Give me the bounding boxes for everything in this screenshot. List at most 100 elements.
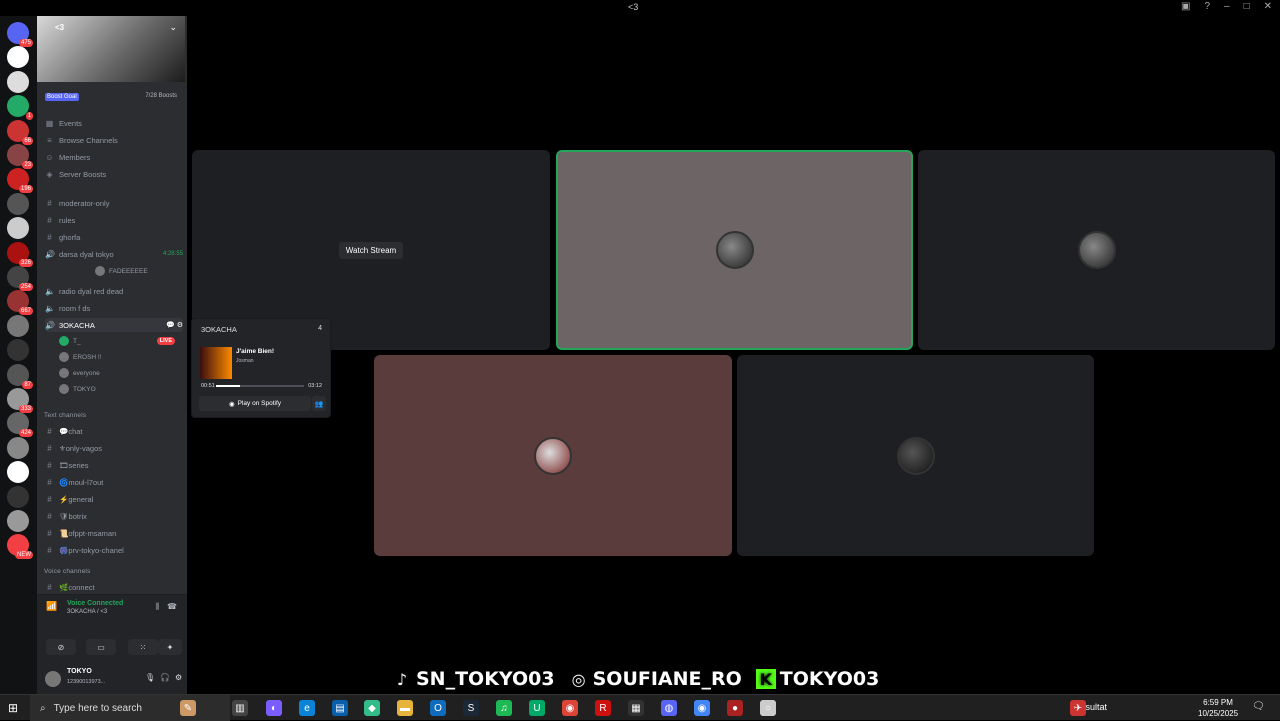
participant-tile[interactable] — [737, 355, 1094, 556]
notification-icon[interactable]: 🗨 — [1252, 701, 1265, 712]
spotify-icon[interactable]: ♫ — [496, 700, 512, 716]
text-channel[interactable]: # 💬chat — [45, 424, 183, 438]
close-button[interactable]: ✕ — [1264, 1, 1272, 12]
text-channel[interactable]: # 📜ofppt-msaman — [45, 526, 183, 540]
chevron-down-icon[interactable]: ⌄ — [169, 22, 177, 33]
participant-tile[interactable] — [918, 150, 1275, 350]
app-icon[interactable]: ◆ — [364, 700, 380, 716]
text-channel[interactable]: # ⚡general — [45, 492, 183, 506]
voice-status[interactable]: Voice Connected — [67, 600, 123, 607]
voice-channel-radio[interactable]: 🔈 radio dyal red dead — [45, 284, 183, 298]
microphone-icon[interactable]: 🎙 — [145, 673, 155, 682]
server-icon[interactable] — [7, 314, 29, 337]
windows-start-icon[interactable]: ⊞ — [8, 701, 18, 715]
discord-icon[interactable]: ◍ — [661, 700, 677, 716]
calculator-icon[interactable]: ▦ — [628, 700, 644, 716]
voice-channel-3okacha[interactable]: 🔊 3OKACHA 💬 ⚙ — [45, 318, 183, 332]
server-icon[interactable] — [7, 46, 29, 69]
channel-moderator-only[interactable]: # moderator-only — [45, 196, 183, 210]
server-icon[interactable]: 254 — [7, 266, 33, 291]
server-icon[interactable]: 23 — [7, 144, 33, 169]
server-icon[interactable] — [7, 510, 29, 532]
soundboard-button[interactable]: ✦ — [158, 639, 182, 655]
nav-server-boosts[interactable]: ◈ Server Boosts — [45, 167, 183, 181]
server-icon[interactable] — [7, 217, 29, 240]
server-icon[interactable]: NEW — [7, 534, 33, 560]
edge-icon[interactable]: e — [299, 700, 315, 716]
settings-icon[interactable]: ⚙ — [175, 673, 182, 682]
user-name[interactable]: TOKYO — [67, 668, 92, 675]
chrome-icon[interactable]: ◉ — [694, 700, 710, 716]
folder-icon[interactable]: ▬ — [397, 700, 413, 716]
text-channel[interactable]: # 🎆prv-tokyo-chanel — [45, 543, 183, 557]
headphones-icon[interactable]: 🎧 — [160, 673, 170, 682]
app-icon[interactable]: ● — [727, 700, 743, 716]
taskbar-search[interactable]: ⌕ Type here to search — [30, 695, 230, 721]
help-icon[interactable]: ? — [1204, 1, 1210, 12]
task-view-icon[interactable]: ▥ — [232, 700, 248, 716]
text-channel[interactable]: # ⚜only-vagos — [45, 441, 183, 455]
server-icon[interactable] — [7, 436, 29, 459]
voice-location[interactable]: 3OKACHA / <3 — [67, 609, 107, 615]
maximize-button[interactable]: □ — [1244, 1, 1250, 12]
category-voice-channels[interactable]: Voice channels — [44, 568, 91, 575]
server-icon[interactable]: 1 — [7, 95, 33, 121]
store-icon[interactable]: ▤ — [332, 700, 348, 716]
server-icon[interactable] — [7, 192, 29, 215]
voice-member[interactable]: T_ LIVE — [59, 334, 179, 348]
watch-stream-button[interactable]: Watch Stream — [338, 241, 404, 259]
nav-browse-channels[interactable]: ≡ Browse Channels — [45, 133, 183, 147]
app-icon[interactable]: R — [595, 700, 611, 716]
server-icon[interactable]: 333 — [7, 388, 33, 413]
server-icon[interactable]: 475 — [7, 22, 33, 47]
channel-ghorfa[interactable]: # ghorfa — [45, 230, 183, 244]
app-icon[interactable]: ○ — [760, 700, 776, 716]
voice-channel-darsa[interactable]: 🔊 darsa dyal tokyo 4:28:55 — [45, 247, 183, 261]
app-icon[interactable]: U — [529, 700, 545, 716]
server-banner[interactable]: <3 ⌄ — [37, 16, 185, 82]
voice-member[interactable]: TOKYO — [59, 382, 96, 396]
inbox-icon[interactable]: ▣ — [1181, 1, 1190, 12]
copilot-icon[interactable]: ◐ — [266, 700, 282, 716]
server-icon[interactable]: 87 — [7, 363, 33, 389]
screen-share-button[interactable]: ▭ — [86, 639, 116, 655]
chrome-icon[interactable]: ◉ — [562, 700, 578, 716]
invite-button[interactable]: 👥 — [312, 396, 326, 411]
channel-rules[interactable]: # rules — [45, 213, 183, 227]
avatar[interactable] — [45, 671, 61, 687]
server-icon[interactable]: 196 — [7, 168, 33, 194]
server-icon[interactable]: 424 — [7, 412, 33, 438]
outlook-icon[interactable]: O — [430, 700, 446, 716]
server-icon[interactable] — [7, 485, 29, 508]
noise-suppression-icon[interactable]: ⫼ — [155, 602, 159, 612]
activities-button[interactable]: ⁙ — [128, 639, 158, 655]
nav-events[interactable]: ▦ Events — [45, 116, 183, 130]
server-icon[interactable] — [7, 339, 29, 362]
server-icon[interactable] — [7, 461, 29, 484]
camera-off-button[interactable]: ⊘ — [46, 639, 76, 655]
server-icon[interactable]: 326 — [7, 241, 33, 267]
voice-channel-room[interactable]: 🔈 room f ds — [45, 301, 183, 315]
server-icon[interactable]: 66 — [7, 119, 33, 145]
nav-members[interactable]: ☺ Members — [45, 150, 183, 164]
voice-member[interactable]: everyone — [59, 366, 100, 380]
speaking-tile[interactable] — [556, 150, 913, 350]
minimize-button[interactable]: – — [1224, 1, 1230, 12]
server-icon[interactable] — [7, 70, 29, 93]
steam-icon[interactable]: S — [463, 700, 479, 716]
play-on-spotify-button[interactable]: ◉ Play on Spotify — [199, 396, 311, 411]
boost-goal-bar[interactable]: Boost Goal 7/28 Boosts — [37, 90, 185, 104]
paint-icon[interactable]: ✎ — [180, 700, 196, 716]
voice-channel-connect[interactable]: # 🌿connect — [45, 580, 183, 594]
channel-actions-icon[interactable]: 💬 ⚙ — [166, 321, 183, 329]
disconnect-icon[interactable]: ☎ — [167, 602, 177, 611]
voice-member[interactable]: EROSH !! — [59, 350, 102, 364]
text-channel[interactable]: # 🛡botrix — [45, 509, 183, 523]
participant-tile[interactable] — [374, 355, 732, 556]
text-channel[interactable]: # 🌀moul-l7out — [45, 475, 183, 489]
taskbar-clock[interactable]: 6:59 PM 10/25/2025 — [1198, 697, 1238, 719]
server-icon[interactable]: 667 — [7, 290, 33, 316]
server-name[interactable]: <3 — [55, 23, 64, 32]
text-channel[interactable]: # 🎞series — [45, 458, 183, 472]
app-icon[interactable]: ✈ — [1070, 700, 1086, 716]
